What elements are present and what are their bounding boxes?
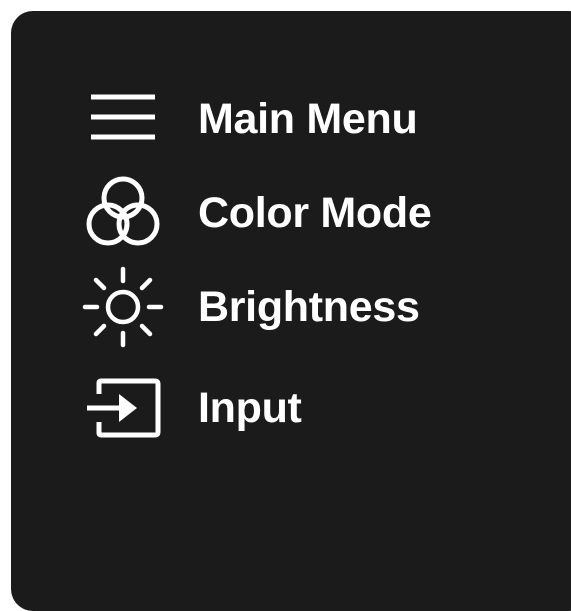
menu-item-brightness[interactable]: Brightness [81, 265, 521, 349]
menu-item-main-menu[interactable]: Main Menu [81, 79, 521, 159]
osd-quick-menu-panel: Main Menu Color Mode Brightness Input [11, 11, 571, 611]
quick-menu-list: Main Menu Color Mode Brightness Input [11, 11, 571, 611]
menu-item-input[interactable]: Input [81, 368, 521, 448]
menu-item-label: Brightness [198, 282, 420, 331]
menu-item-label: Main Menu [198, 94, 418, 143]
hamburger-menu-icon [81, 77, 165, 161]
menu-item-color-mode[interactable]: Color Mode [81, 173, 521, 253]
input-source-icon [81, 366, 165, 450]
color-circles-icon [81, 171, 165, 255]
menu-item-label: Input [198, 383, 302, 432]
menu-item-label: Color Mode [198, 188, 432, 237]
sun-brightness-icon [81, 265, 165, 349]
